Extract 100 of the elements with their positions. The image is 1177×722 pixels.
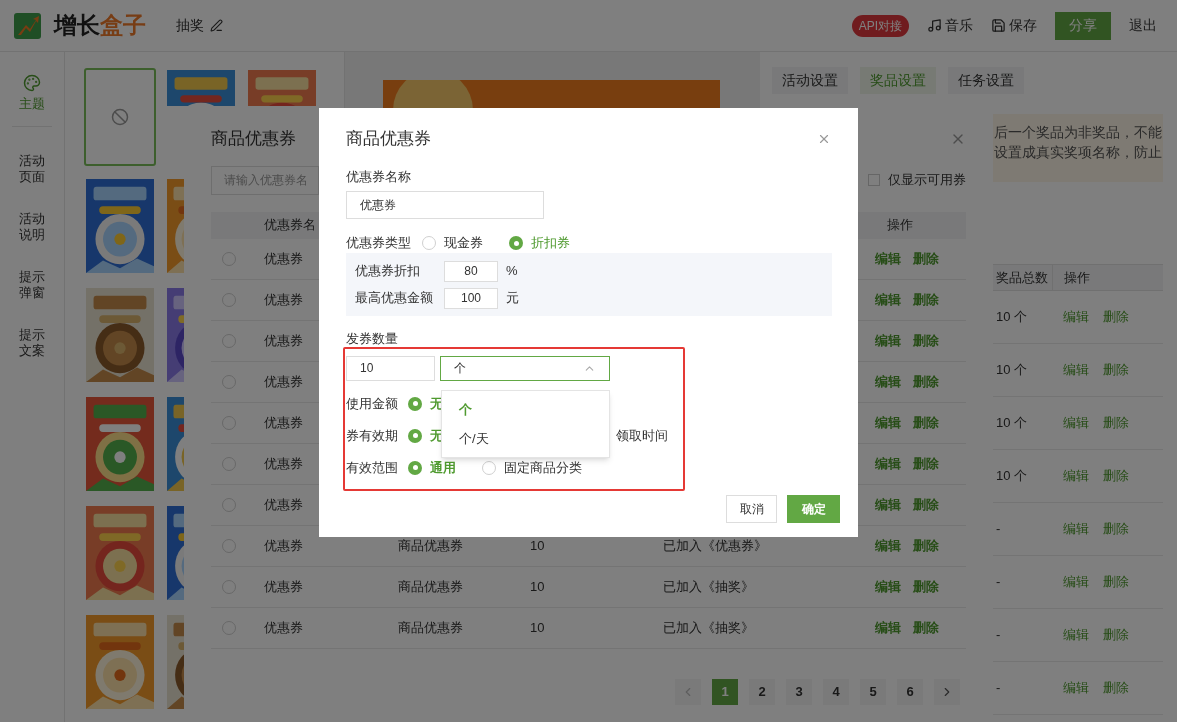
toolbar-button[interactable]: 音乐	[927, 15, 973, 36]
table-cell: 已加入《抽奖》	[663, 619, 754, 635]
unit-text: %	[506, 262, 518, 281]
action-link[interactable]: 编辑	[875, 248, 901, 269]
radio-button[interactable]	[422, 236, 436, 250]
unit-select[interactable]: 个	[440, 355, 610, 381]
action-link[interactable]: 删除	[1103, 519, 1129, 539]
table-cell: 优惠券	[264, 250, 303, 266]
action-link[interactable]: 编辑	[1063, 307, 1089, 327]
page-button[interactable]: 5	[860, 678, 886, 705]
checkbox[interactable]	[868, 174, 880, 186]
logo-text: 增长	[54, 11, 100, 41]
action-link[interactable]: 编辑	[875, 371, 901, 392]
sidebar-item[interactable]: 活动说明	[17, 211, 47, 243]
theme-tile[interactable]	[165, 68, 237, 108]
action-link[interactable]: 删除	[913, 494, 939, 515]
action-link[interactable]: 编辑	[875, 535, 901, 556]
quantity-field[interactable]: 10	[346, 355, 435, 381]
radio-label: 折扣券	[531, 234, 570, 253]
page-button[interactable]: 2	[749, 678, 775, 705]
action-link[interactable]: 删除	[1103, 466, 1129, 486]
settings-tab[interactable]: 奖品设置	[860, 67, 936, 94]
table-cell: 优惠券	[264, 291, 303, 307]
page-button[interactable]: 4	[823, 678, 849, 705]
action-link[interactable]: 删除	[913, 412, 939, 433]
cancel-button[interactable]: 取消	[726, 494, 777, 523]
option-text: 领取时间	[616, 426, 668, 445]
action-link[interactable]: 删除	[913, 289, 939, 310]
toolbar-button[interactable]: 保存	[991, 15, 1037, 36]
field-label: 使用金额	[346, 394, 399, 413]
radio-label: 通用	[430, 458, 456, 477]
action-link[interactable]: 删除	[1103, 625, 1129, 645]
notice-text: 设置成真实奖项名称，防止	[994, 143, 1163, 162]
action-link[interactable]: 编辑	[1063, 625, 1089, 645]
number-field[interactable]: 100	[444, 287, 498, 309]
page-button[interactable]: 6	[897, 678, 923, 705]
settings-tab[interactable]: 活动设置	[772, 67, 848, 94]
radio-button[interactable]	[408, 460, 422, 475]
api-badge[interactable]: API对接	[851, 14, 909, 37]
sidebar-item[interactable]: 活动页面	[17, 153, 47, 185]
project-title: 抽奖	[176, 16, 204, 35]
action-link[interactable]: 编辑	[875, 617, 901, 638]
dropdown-option[interactable]: 个/天	[442, 424, 609, 453]
logo-icon	[14, 12, 41, 39]
radio-button[interactable]	[482, 460, 496, 475]
settings-tab[interactable]: 任务设置	[948, 67, 1024, 94]
none-icon	[111, 108, 129, 126]
action-link[interactable]: 删除	[913, 576, 939, 597]
action-link[interactable]: 编辑	[875, 494, 901, 515]
radio-button[interactable]	[408, 396, 422, 411]
sidebar-item[interactable]: 主题	[17, 74, 47, 112]
action-link[interactable]: 删除	[1103, 678, 1129, 698]
prev-page-button[interactable]	[675, 678, 701, 705]
page-button[interactable]: 1	[712, 678, 738, 705]
radio-button[interactable]	[509, 236, 523, 250]
name-field[interactable]: 优惠券	[346, 191, 544, 219]
action-link[interactable]: 删除	[1103, 413, 1129, 433]
action-link[interactable]: 编辑	[1063, 466, 1089, 486]
action-link[interactable]: 删除	[913, 617, 939, 638]
page-button[interactable]: 3	[786, 678, 812, 705]
number-field[interactable]: 80	[444, 260, 498, 282]
action-link[interactable]: 删除	[1103, 360, 1129, 380]
action-link[interactable]: 编辑	[875, 330, 901, 351]
share-button[interactable]: 分享	[1055, 11, 1111, 40]
action-link[interactable]: 删除	[1103, 307, 1129, 327]
action-link[interactable]: 编辑	[875, 576, 901, 597]
action-link[interactable]: 编辑	[875, 412, 901, 433]
sidebar-item[interactable]: 提示文案	[17, 327, 47, 359]
action-link[interactable]: 删除	[913, 248, 939, 269]
next-page-button[interactable]	[934, 678, 960, 705]
action-link[interactable]: 编辑	[1063, 519, 1089, 539]
dropdown-option[interactable]: 个	[442, 395, 609, 424]
theme-tile[interactable]	[84, 68, 156, 166]
theme-tile[interactable]	[246, 68, 318, 108]
action-link[interactable]: 删除	[913, 330, 939, 351]
confirm-button[interactable]: 确定	[787, 494, 840, 523]
field-label: 券有效期	[346, 426, 399, 445]
sidebar-item[interactable]: 提示弹窗	[17, 269, 47, 301]
action-link[interactable]: 删除	[913, 535, 939, 556]
dialog-title: 商品优惠券	[346, 128, 431, 150]
action-link[interactable]: 删除	[913, 453, 939, 474]
table-cell-text: -	[995, 520, 1002, 539]
action-link[interactable]: 删除	[913, 371, 939, 392]
table-cell-text: 10 个	[995, 308, 1029, 327]
action-link[interactable]: 编辑	[875, 453, 901, 474]
edit-icon[interactable]	[210, 19, 223, 32]
table-cell-text: -	[995, 679, 1002, 698]
action-link[interactable]: 编辑	[1063, 572, 1089, 592]
action-link[interactable]: 编辑	[875, 289, 901, 310]
action-link[interactable]: 编辑	[1063, 678, 1089, 698]
action-link[interactable]: 编辑	[1063, 360, 1089, 380]
table-cell: 优惠券	[264, 373, 303, 389]
radio-button[interactable]	[408, 428, 422, 443]
column-header: 奖品总数	[995, 268, 1049, 287]
action-link[interactable]: 编辑	[1063, 413, 1089, 433]
logout-button[interactable]: 退出	[1129, 15, 1157, 36]
table-cell: 10	[530, 578, 545, 594]
table-cell-text: 10 个	[995, 361, 1029, 380]
action-link[interactable]: 删除	[1103, 572, 1129, 592]
checkbox-label: 仅显示可用券	[888, 171, 966, 190]
